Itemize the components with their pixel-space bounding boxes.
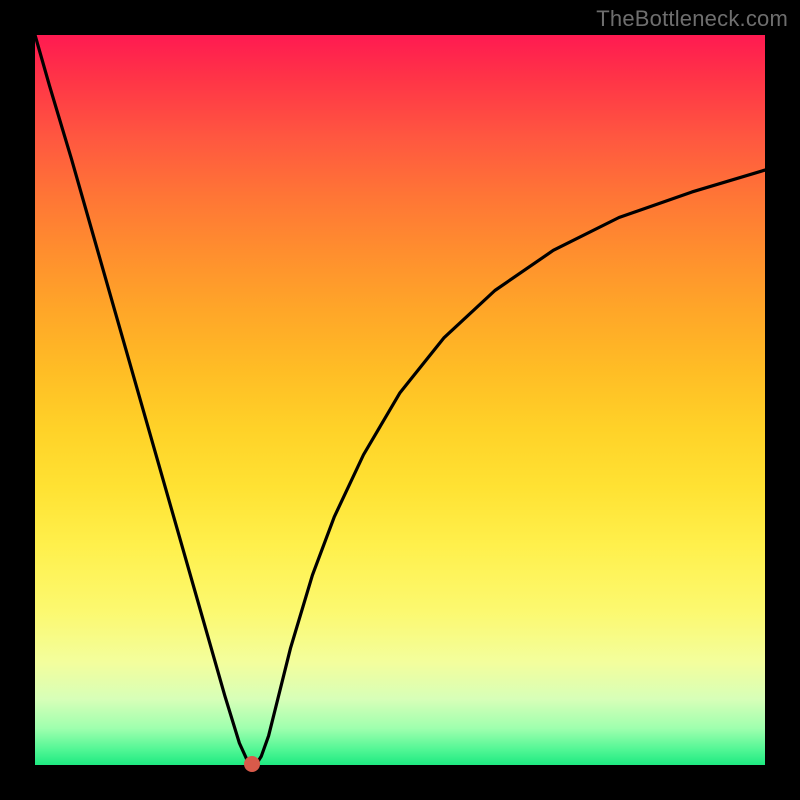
optimal-point-marker — [244, 756, 260, 772]
chart-frame: TheBottleneck.com — [0, 0, 800, 800]
watermark-text: TheBottleneck.com — [596, 6, 788, 32]
bottleneck-curve — [35, 35, 765, 765]
